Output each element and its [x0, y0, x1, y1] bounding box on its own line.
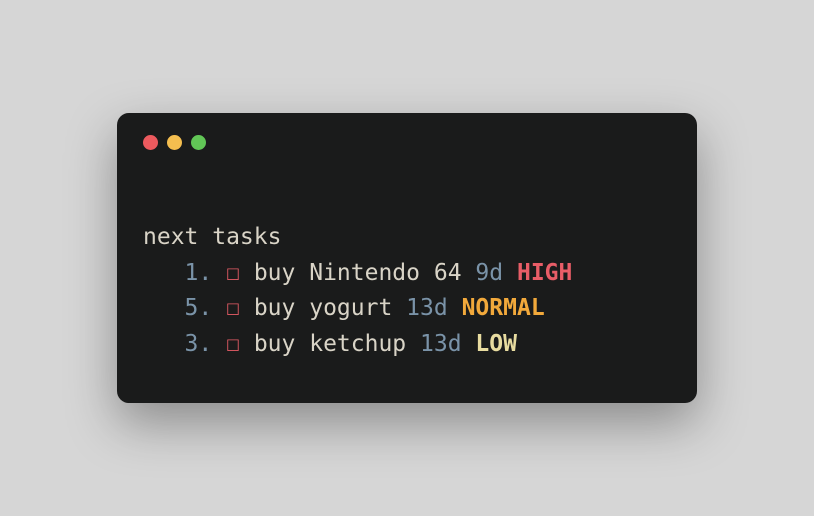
task-priority: HIGH: [517, 260, 572, 286]
checkbox-icon: ☐: [226, 295, 240, 321]
task-description: buy Nintendo 64: [254, 260, 462, 286]
close-icon[interactable]: [143, 135, 158, 150]
terminal-output: next tasks 1. ☐ buy Nintendo 64 9d HIGH …: [143, 184, 671, 362]
task-row: 3. ☐ buy ketchup 13d LOW: [143, 331, 517, 357]
task-age: 13d: [406, 295, 448, 321]
minimize-icon[interactable]: [167, 135, 182, 150]
task-row: 1. ☐ buy Nintendo 64 9d HIGH: [143, 260, 572, 286]
task-index: 1.: [185, 260, 213, 286]
task-description: buy yogurt: [254, 295, 392, 321]
terminal-window: next tasks 1. ☐ buy Nintendo 64 9d HIGH …: [117, 113, 697, 402]
tasks-heading: next tasks: [143, 224, 281, 250]
task-index: 5.: [185, 295, 213, 321]
zoom-icon[interactable]: [191, 135, 206, 150]
task-row: 5. ☐ buy yogurt 13d NORMAL: [143, 295, 545, 321]
task-age: 13d: [420, 331, 462, 357]
window-controls: [143, 135, 671, 150]
task-index: 3.: [185, 331, 213, 357]
task-age: 9d: [475, 260, 503, 286]
checkbox-icon: ☐: [226, 331, 240, 357]
task-priority: NORMAL: [462, 295, 545, 321]
task-priority: LOW: [475, 331, 517, 357]
task-description: buy ketchup: [254, 331, 406, 357]
checkbox-icon: ☐: [226, 260, 240, 286]
